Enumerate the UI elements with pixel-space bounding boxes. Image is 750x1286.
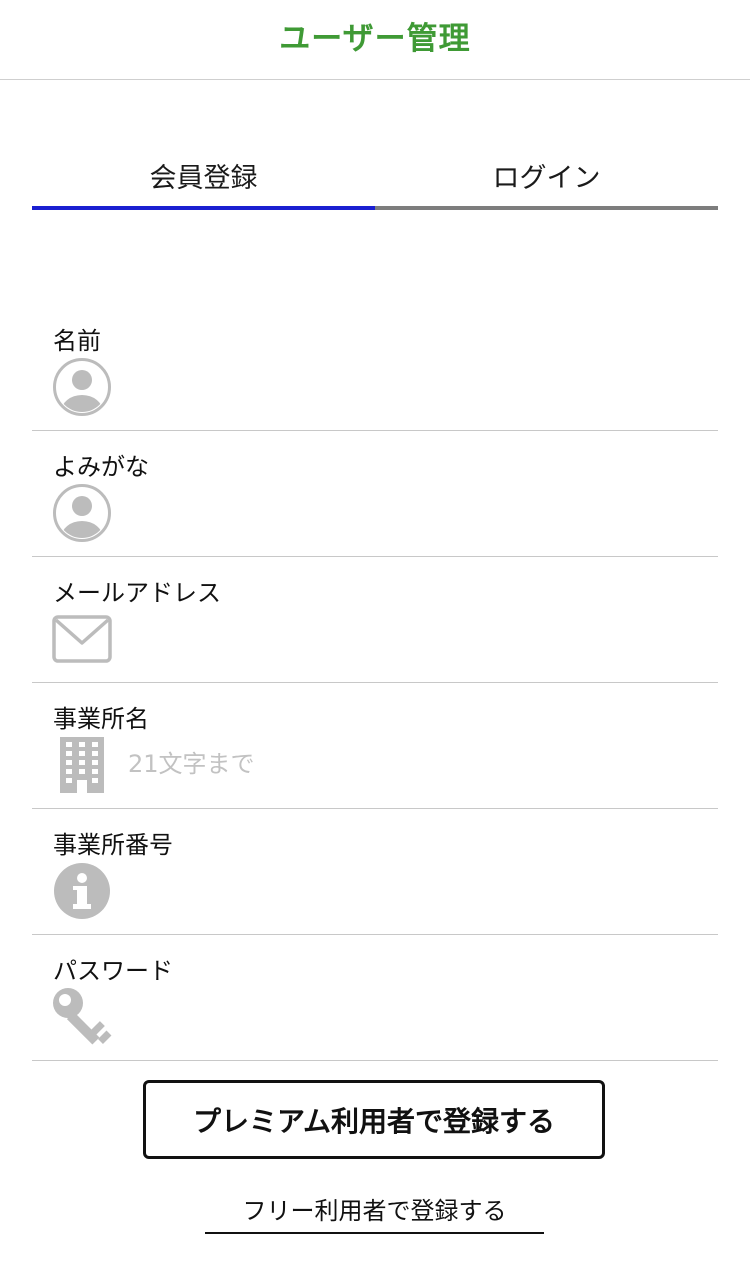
name-input[interactable] (128, 357, 688, 415)
password-label: パスワード (53, 957, 173, 985)
email-label: メールアドレス (53, 579, 221, 607)
office-name-row: 事業所名 (32, 683, 718, 809)
nav-bar: ユーザー管理 (0, 0, 750, 80)
furigana-label: よみがな (53, 453, 149, 481)
registration-form: 名前 よみがな メールアドレス 事業所名 21文字まで 事業所番号 パスワード (32, 305, 718, 1061)
password-row: パスワード (32, 935, 718, 1061)
premium-register-button[interactable]: プレミアム利用者で登録する (143, 1080, 605, 1159)
envelope-icon (52, 609, 112, 669)
tab-register[interactable]: 会員登録 (32, 150, 375, 210)
name-row: 名前 (32, 305, 718, 431)
email-input[interactable] (128, 609, 688, 667)
building-icon (52, 735, 112, 795)
person-icon (52, 483, 112, 543)
tab-login[interactable]: ログイン (375, 150, 718, 210)
info-icon (52, 861, 112, 921)
person-icon (52, 357, 112, 417)
furigana-row: よみがな (32, 431, 718, 557)
office-number-label: 事業所番号 (53, 831, 173, 859)
registration-screen: ユーザー管理 会員登録 ログイン 名前 よみがな メールアドレス 事業所名 21… (0, 0, 750, 1286)
key-icon (52, 987, 112, 1047)
office-number-input[interactable] (128, 861, 688, 919)
free-register-link[interactable]: フリー利用者で登録する (205, 1184, 544, 1234)
furigana-input[interactable] (128, 483, 688, 541)
office-name-label: 事業所名 (53, 705, 149, 733)
password-input[interactable] (128, 987, 688, 1045)
email-row: メールアドレス (32, 557, 718, 683)
office-name-input[interactable] (128, 735, 688, 793)
name-label: 名前 (53, 327, 101, 355)
page-title: ユーザー管理 (279, 21, 471, 57)
office-number-row: 事業所番号 (32, 809, 718, 935)
tab-bar: 会員登録 ログイン (32, 150, 718, 210)
